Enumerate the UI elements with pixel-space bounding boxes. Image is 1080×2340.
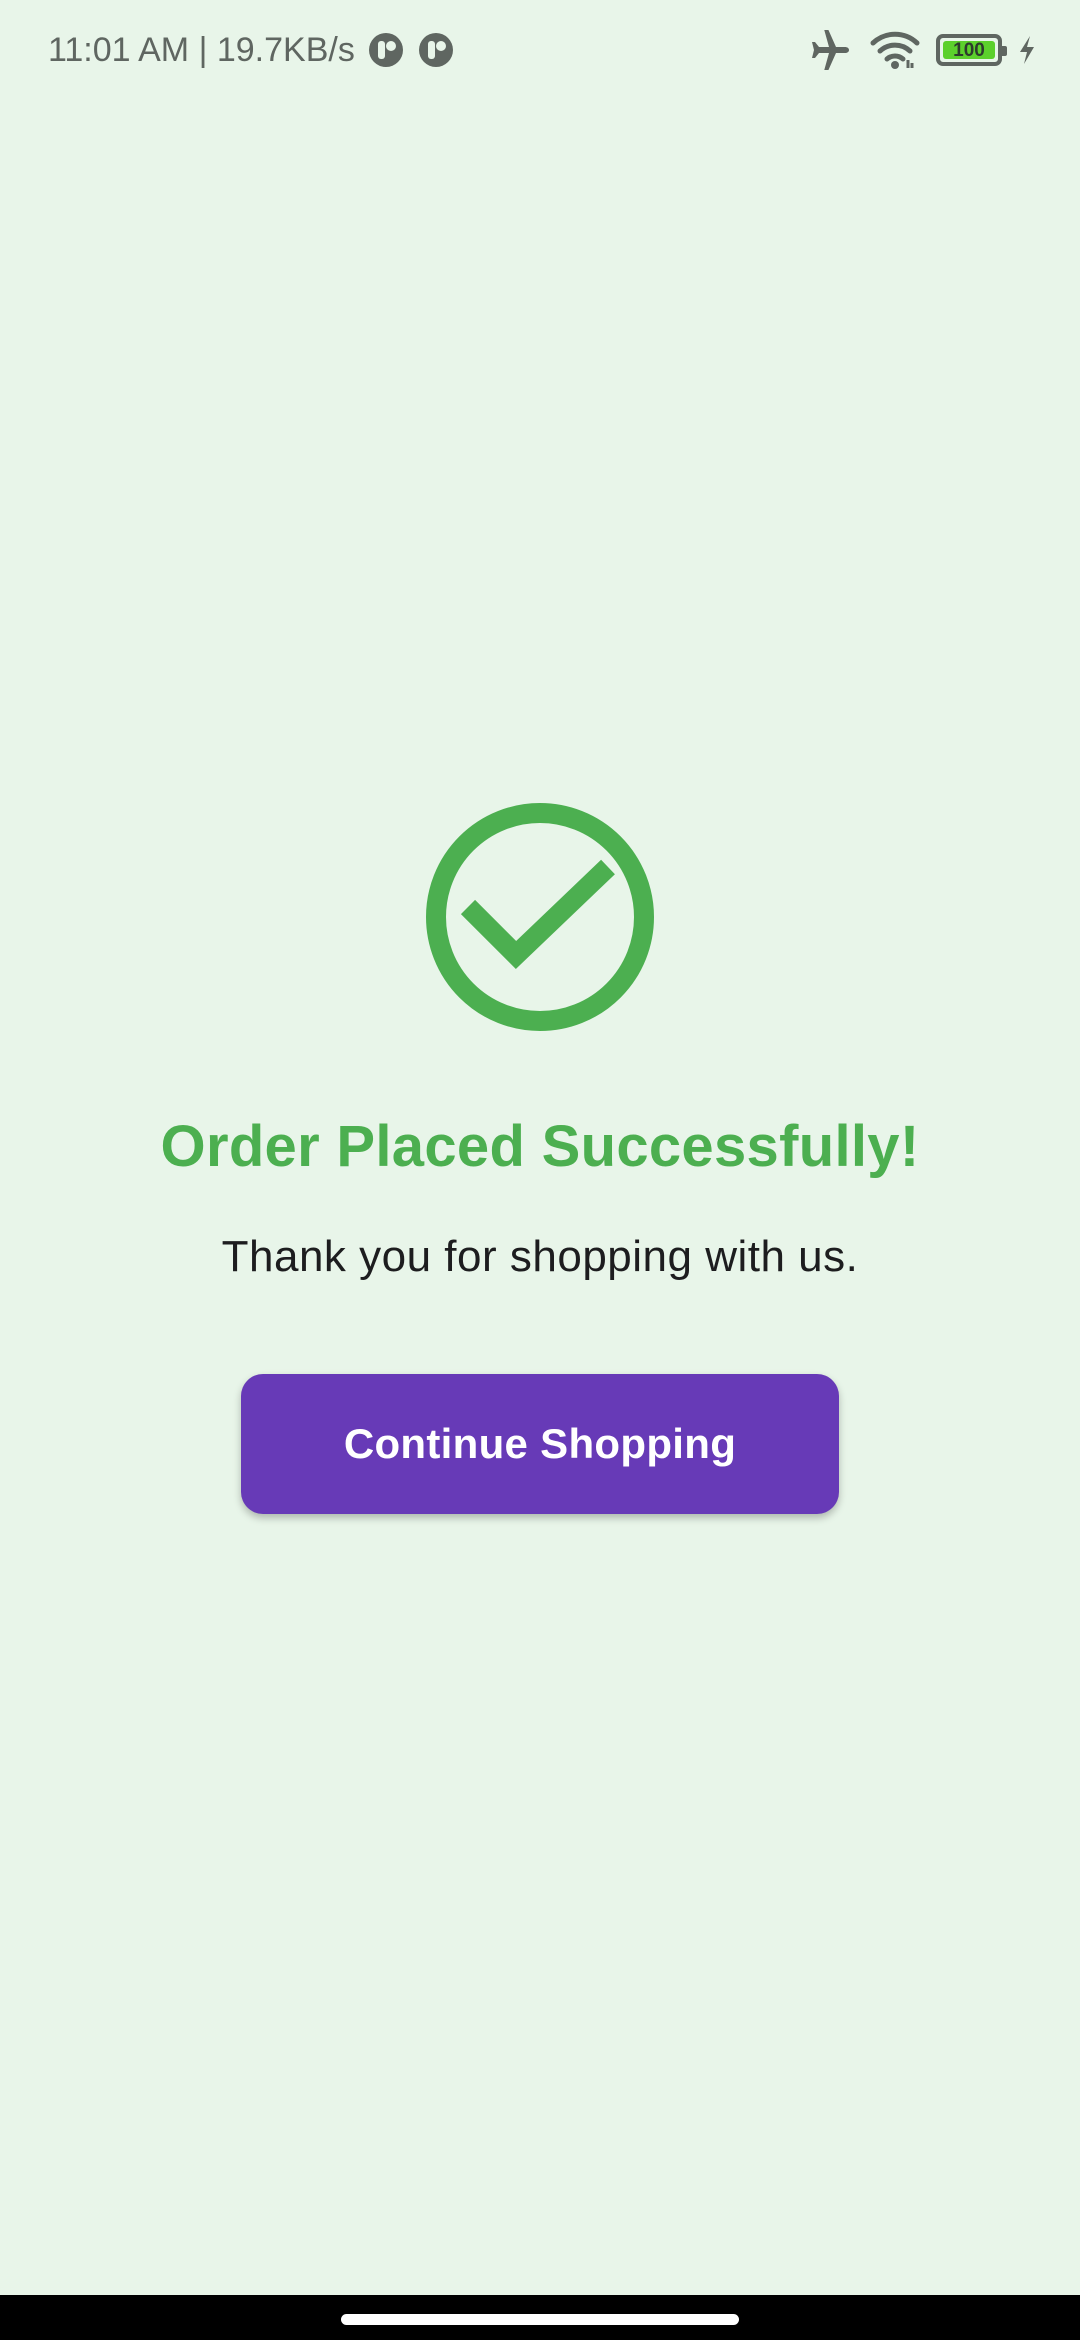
status-left: 11:01 AM | 19.7KB/s xyxy=(48,26,455,74)
wifi-icon xyxy=(870,31,920,69)
notification-app-icon xyxy=(418,33,453,67)
page-title: Order Placed Successfully! xyxy=(160,1114,920,1179)
check-circle-icon xyxy=(426,803,654,1031)
order-success-screen: 11:01 AM | 19.7KB/s 100 Order Placed Suc… xyxy=(0,0,1080,2295)
notification-app-icon xyxy=(368,33,403,67)
home-indicator[interactable] xyxy=(341,2314,739,2325)
navigation-bar xyxy=(0,2295,1080,2340)
charging-bolt-icon xyxy=(1020,36,1034,64)
battery-icon: 100 xyxy=(936,34,1007,66)
status-time-speed: 11:01 AM | 19.7KB/s xyxy=(48,30,355,69)
thank-you-message: Thank you for shopping with us. xyxy=(221,1232,859,1281)
battery-level: 100 xyxy=(953,39,985,61)
status-right: 100 xyxy=(808,24,1036,76)
battery-cap xyxy=(1002,46,1007,56)
status-bar: 11:01 AM | 19.7KB/s 100 xyxy=(0,0,1080,100)
continue-shopping-button[interactable]: Continue Shopping xyxy=(241,1374,839,1514)
airplane-mode-icon xyxy=(812,30,849,70)
